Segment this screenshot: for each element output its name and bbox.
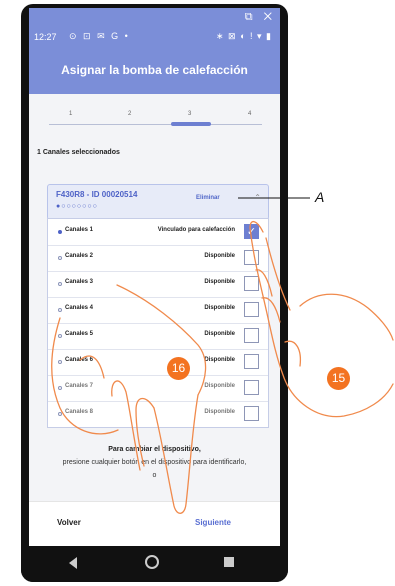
device-channel-dots: ●○○○○○○○: [56, 203, 98, 210]
channel-name: Canales 8: [65, 409, 94, 415]
change-device-instruction: presione cualquier botón en el dispositi…: [62, 459, 247, 466]
channel-dot-icon: [58, 360, 62, 364]
change-device-heading: Para cambiar el dispositivo,: [108, 446, 201, 453]
status-time: 12:27: [34, 32, 57, 42]
channel-name: Canales 6: [65, 357, 94, 363]
device-card[interactable]: F430R8 - ID 00020514 ●○○○○○○○ Eliminar ⌃: [47, 184, 269, 220]
step-2-label: 2: [128, 111, 132, 117]
channel-row-7[interactable]: Canales 7 Disponible: [48, 375, 268, 402]
callout-a-leader-line: [238, 197, 310, 199]
channel-status: Disponible: [204, 253, 235, 259]
step-1-label: 1: [69, 111, 73, 117]
progress-stepper: 1 2 3 4: [49, 111, 262, 126]
channel-status: Disponible: [204, 279, 235, 285]
channel-row-6[interactable]: Canales 6 Disponible: [48, 349, 268, 376]
channel-status: Disponible: [204, 409, 235, 415]
footer-bar: Volver Siguiente: [29, 501, 280, 546]
channel-status: Disponible: [204, 331, 235, 337]
channel-row-8[interactable]: Canales 8 Disponible: [48, 401, 268, 427]
callout-label-a: A: [315, 189, 325, 205]
channel-dot-icon: [58, 308, 62, 312]
change-device-or: o: [152, 472, 157, 479]
callout-badge-15: 15: [327, 367, 350, 390]
channel-status: Vinculado para calefacción: [157, 227, 235, 233]
app-screen: ⧉ ✕ 12:27 ⊙ ⊡ ✉ G • ∗ ⊠ ◐ ! ▾ ▮ Asignar …: [29, 8, 280, 546]
channel-checkbox[interactable]: [244, 354, 259, 369]
phone-frame: ⧉ ✕ 12:27 ⊙ ⊡ ✉ G • ∗ ⊠ ◐ ! ▾ ▮ Asignar …: [21, 4, 288, 582]
channel-checkbox[interactable]: [244, 406, 259, 421]
step-4-label: 4: [248, 111, 252, 117]
channel-checkbox[interactable]: [244, 328, 259, 343]
channel-name: Canales 2: [65, 253, 94, 259]
channel-dot-icon: [58, 412, 62, 416]
channel-row-2[interactable]: Canales 2 Disponible: [48, 245, 268, 272]
channel-row-5[interactable]: Canales 5 Disponible: [48, 323, 268, 350]
channel-status: Disponible: [204, 383, 235, 389]
channel-checkbox[interactable]: ✓: [244, 224, 259, 239]
channel-status: Disponible: [204, 305, 235, 311]
channel-name: Canales 7: [65, 383, 94, 389]
channel-dot-icon: [58, 334, 62, 338]
channel-status: Disponible: [204, 357, 235, 363]
page-header: Asignar la bomba de calefacción: [29, 46, 280, 94]
back-triangle-icon[interactable]: [69, 557, 77, 569]
channel-dot-icon: [58, 386, 62, 390]
channel-row-1[interactable]: Canales 1 Vinculado para calefacción ✓: [48, 219, 268, 246]
channel-list: Canales 1 Vinculado para calefacción ✓ C…: [47, 218, 269, 428]
channel-name: Canales 4: [65, 305, 94, 311]
channel-name: Canales 3: [65, 279, 94, 285]
window-controls[interactable]: ⧉ ✕: [245, 11, 276, 24]
system-status-icons: ∗ ⊠ ◐ ! ▾ ▮: [216, 31, 272, 41]
channel-name: Canales 5: [65, 331, 94, 337]
page-title: Asignar la bomba de calefacción: [61, 63, 248, 77]
channel-row-4[interactable]: Canales 4 Disponible: [48, 297, 268, 324]
notification-icons: ⊙ ⊡ ✉ G •: [69, 31, 130, 41]
channel-dot-icon: [58, 230, 62, 234]
callout-badge-16: 16: [167, 357, 190, 380]
channel-name: Canales 1: [65, 227, 94, 233]
remove-device-button[interactable]: Eliminar: [196, 195, 220, 201]
android-nav-bar: [21, 546, 288, 582]
home-circle-icon[interactable]: [145, 555, 159, 569]
next-button[interactable]: Siguiente: [195, 518, 231, 527]
channel-checkbox[interactable]: [244, 380, 259, 395]
hand-15-thumb: [299, 293, 394, 341]
channel-checkbox[interactable]: [244, 250, 259, 265]
channel-checkbox[interactable]: [244, 302, 259, 317]
stepper-active-indicator: [171, 122, 211, 126]
channel-row-3[interactable]: Canales 3 Disponible: [48, 271, 268, 298]
selected-count: 1 Canales seleccionados: [37, 149, 120, 156]
channel-dot-icon: [58, 256, 62, 260]
stepper-track: [49, 124, 262, 125]
step-3-label: 3: [188, 111, 192, 117]
recent-apps-icon[interactable]: [224, 557, 234, 567]
status-bar: ⧉ ✕ 12:27 ⊙ ⊡ ✉ G • ∗ ⊠ ◐ ! ▾ ▮: [29, 8, 280, 46]
device-name: F430R8 - ID 00020514: [56, 190, 138, 199]
back-button[interactable]: Volver: [57, 518, 81, 527]
channel-checkbox[interactable]: [244, 276, 259, 291]
channel-dot-icon: [58, 282, 62, 286]
